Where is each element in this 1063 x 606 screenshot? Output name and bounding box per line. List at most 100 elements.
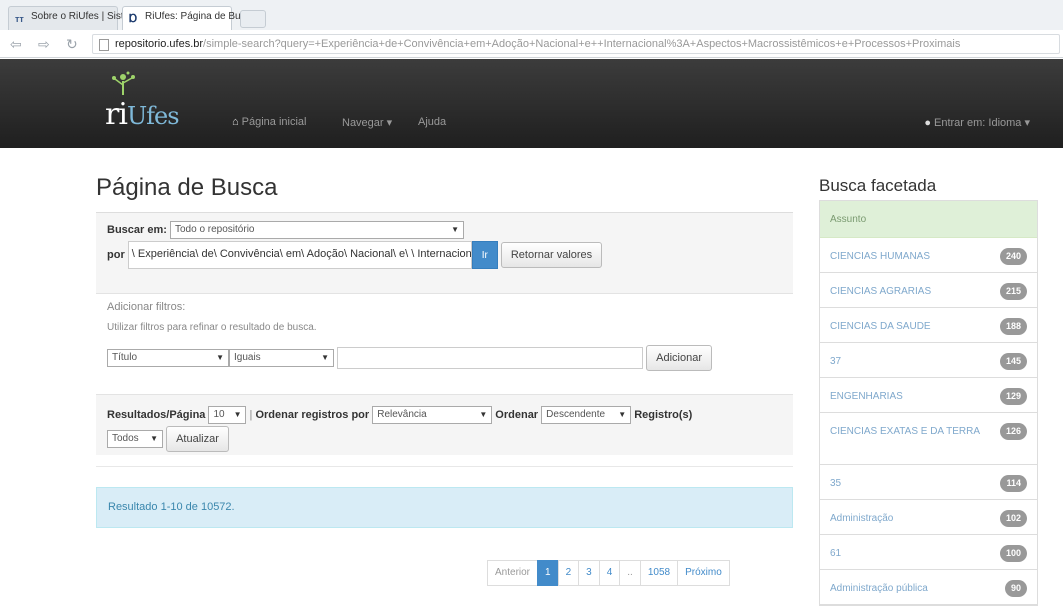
rpp-select[interactable]: 10 ▼ xyxy=(208,406,247,424)
riufes-favicon-icon: Ɒ xyxy=(129,13,138,25)
url-input[interactable]: repositorio.ufes.br/simple-search?query=… xyxy=(92,34,1060,54)
language-dropdown[interactable]: Idioma ▾ xyxy=(988,117,1030,129)
facet-label: 37 xyxy=(830,356,842,367)
separator: | xyxy=(249,408,253,421)
nav-home-label: Página inicial xyxy=(241,116,307,128)
facet-label: CIENCIAS EXATAS E DA TERRA xyxy=(830,426,981,437)
logo-ri: ri xyxy=(105,97,128,132)
facet-item[interactable]: CIENCIAS AGRARIAS 215 xyxy=(820,273,1037,308)
rpp-value: 10 xyxy=(213,409,225,420)
sort-label: Ordenar registros por xyxy=(255,408,370,421)
pagination: Anterior 1 2 3 4 .. 1058 Próximo xyxy=(487,560,730,586)
facet-count-badge: 126 xyxy=(999,423,1027,440)
back-arrow-icon[interactable]: ⇦ xyxy=(10,36,22,53)
sort-select[interactable]: Relevância ▼ xyxy=(372,406,493,424)
pagination-page[interactable]: 2 xyxy=(557,560,580,586)
sort-value: Relevância xyxy=(377,409,427,420)
facet-label: CIENCIAS DA SAUDE xyxy=(830,321,931,332)
chevron-down-icon: ▼ xyxy=(150,434,158,443)
nav-browse-dropdown[interactable]: Navegar ▾ xyxy=(342,116,392,129)
facet-item[interactable]: CIENCIAS EXATAS E DA TERRA 126 xyxy=(820,413,1037,465)
pagination-page[interactable]: 1 xyxy=(537,560,559,586)
chevron-down-icon: ▼ xyxy=(451,225,459,234)
search-scope-select[interactable]: Todo o repositório ▼ xyxy=(169,221,464,239)
tab-title: RiUfes: Página de Busca xyxy=(145,11,245,22)
reload-icon[interactable]: ↻ xyxy=(66,36,78,53)
search-form: Buscar em: Todo o repositório ▼ por \ Exp… xyxy=(96,212,793,455)
facet-item[interactable]: 61 100 xyxy=(820,535,1037,570)
chevron-down-icon: ▼ xyxy=(321,353,329,362)
query-input[interactable]: \ Experiência\ de\ Convivência\ em\ Adoç… xyxy=(127,241,472,269)
search-scope-value: Todo o repositório xyxy=(174,224,255,235)
facet-label: CIENCIAS HUMANAS xyxy=(830,251,931,262)
facet-item[interactable]: 35 114 xyxy=(820,465,1037,500)
facet-count-badge: 100 xyxy=(999,545,1027,562)
facet-count-badge: 90 xyxy=(1004,580,1027,597)
pagination-ellipsis: .. xyxy=(619,560,641,586)
filter-operator-value: Iguais xyxy=(234,352,261,363)
page-title: Página de Busca xyxy=(96,174,278,201)
go-button[interactable]: Ir xyxy=(471,241,498,269)
facet-item[interactable]: ENGENHARIAS 129 xyxy=(820,378,1037,413)
tab-title: Sobre o RiUfes | Sistema xyxy=(31,11,131,22)
facet-item[interactable]: Administração 102 xyxy=(820,500,1037,535)
site-logo[interactable]: riUfes xyxy=(105,97,180,132)
nav-home-link[interactable]: ⌂ Página inicial xyxy=(232,116,306,128)
facet-count-badge: 129 xyxy=(999,388,1027,405)
forward-arrow-icon[interactable]: ⇨ xyxy=(38,36,50,53)
facet-header-assunto: Assunto xyxy=(820,201,1037,238)
filter-value-input[interactable] xyxy=(337,347,644,369)
facet-count-badge: 145 xyxy=(999,353,1027,370)
records-label: Registro(s) xyxy=(634,408,693,421)
home-icon: ⌂ xyxy=(232,116,239,128)
filter-field-select[interactable]: Título ▼ xyxy=(107,349,229,367)
divider xyxy=(96,466,793,467)
reset-button[interactable]: Retornar valores xyxy=(500,242,603,268)
filters-area: Adicionar filtros: Utilizar filtros para… xyxy=(96,293,793,395)
records-select[interactable]: Todos ▼ xyxy=(107,430,163,448)
pagination-page[interactable]: 1058 xyxy=(639,560,679,586)
facet-item[interactable]: CIENCIAS HUMANAS 240 xyxy=(820,238,1037,273)
page-icon xyxy=(99,39,109,51)
facet-label: 61 xyxy=(830,548,842,559)
query-label: por xyxy=(107,248,125,261)
filter-field-value: Título xyxy=(112,352,138,363)
facet-item[interactable]: 37 145 xyxy=(820,343,1037,378)
order-select[interactable]: Descendente ▼ xyxy=(541,406,632,424)
user-icon: ● xyxy=(924,117,931,129)
chevron-down-icon: ▼ xyxy=(233,410,242,419)
facet-count-badge: 114 xyxy=(1000,475,1027,492)
nav-help-link[interactable]: Ajuda xyxy=(418,116,446,128)
facet-label: Administração pública xyxy=(830,583,928,594)
pagination-page[interactable]: 3 xyxy=(578,560,600,586)
browser-tab-sobre[interactable]: ᴛᴛ Sobre o RiUfes | Sistema × xyxy=(8,6,148,30)
address-bar: ⇦ ⇨ ↻ repositorio.ufes.br/simple-search?… xyxy=(0,30,1063,58)
add-filter-button[interactable]: Adicionar xyxy=(646,345,712,371)
chevron-down-icon: ▼ xyxy=(216,353,224,362)
login-link[interactable]: Entrar em: xyxy=(934,117,985,129)
filters-hint: Utilizar filtros para refinar o resultad… xyxy=(107,322,317,333)
facet-item[interactable]: Administração pública 90 xyxy=(820,570,1037,605)
filter-operator-select[interactable]: Iguais ▼ xyxy=(229,349,334,367)
facet-label: Administração xyxy=(830,513,894,524)
url-host: repositorio.ufes.br xyxy=(115,38,204,50)
result-count-alert: Resultado 1-10 de 10572. xyxy=(96,487,793,528)
order-label: Ordenar xyxy=(495,408,539,421)
pagination-page[interactable]: 4 xyxy=(598,560,621,586)
add-filters-heading: Adicionar filtros: xyxy=(107,301,186,313)
facet-count-badge: 240 xyxy=(999,248,1027,265)
nav-user-area: ● Entrar em: Idioma ▾ xyxy=(924,116,1030,129)
facet-label: 35 xyxy=(830,478,842,489)
facet-count-badge: 188 xyxy=(999,318,1027,335)
logo-ufes: Ufes xyxy=(126,102,180,130)
update-button[interactable]: Atualizar xyxy=(166,426,229,452)
facet-count-badge: 102 xyxy=(999,510,1027,527)
order-value: Descendente xyxy=(546,409,606,420)
new-tab-button[interactable] xyxy=(240,10,266,28)
facet-item[interactable]: CIENCIAS DA SAUDE 188 xyxy=(820,308,1037,343)
browser-tab-busca[interactable]: Ɒ RiUfes: Página de Busca × xyxy=(122,6,262,30)
pagination-next[interactable]: Próximo xyxy=(677,560,730,586)
url-path: /simple-search?query=+Experiência+de+Con… xyxy=(203,38,961,50)
facets-panel: Assunto CIENCIAS HUMANAS 240 CIENCIAS AGR… xyxy=(819,200,1038,606)
pagination-previous[interactable]: Anterior xyxy=(487,560,539,586)
